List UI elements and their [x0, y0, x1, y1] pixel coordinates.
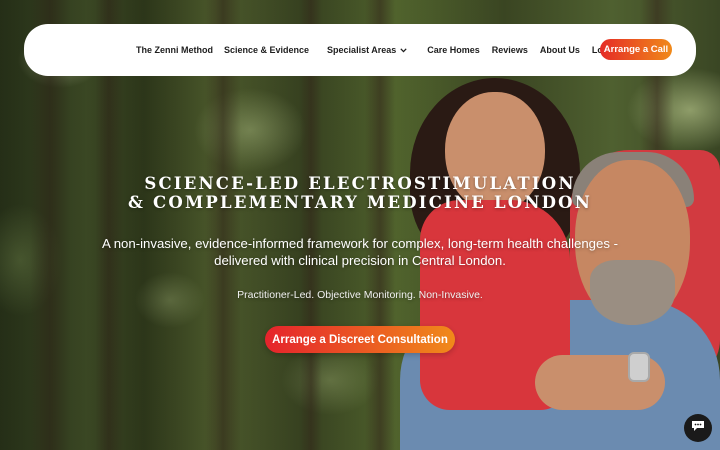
hero-title-line-2: & COMPLEMENTARY MEDICINE LONDON	[128, 193, 592, 212]
nav-link-science-evidence[interactable]: Science & Evidence	[224, 45, 309, 55]
nav-link-zenni-method[interactable]: The Zenni Method	[136, 45, 213, 55]
hero-subtitle-line-2: delivered with clinical precision in Cen…	[214, 253, 506, 268]
site-header: The Zenni Method Science & Evidence Spec…	[24, 24, 696, 76]
chat-widget-button[interactable]	[684, 414, 712, 442]
nav-link-label: Specialist Areas	[327, 44, 397, 55]
nav-link-about-us[interactable]: About Us	[540, 45, 580, 55]
chevron-down-icon	[400, 45, 407, 55]
chat-bubble-icon	[691, 419, 705, 437]
hero-title-line-1: SCIENCE-LED ELECTROSTIMULATION	[144, 174, 576, 193]
hero-subtitle: A non-invasive, evidence-informed framew…	[90, 235, 630, 269]
arrange-call-button[interactable]: Arrange a Call	[600, 39, 672, 60]
nav-link-specialist-areas[interactable]: Specialist Areas	[327, 45, 407, 56]
hero-subtitle-line-1: A non-invasive, evidence-informed framew…	[101, 236, 619, 251]
arrange-consultation-button[interactable]: Arrange a Discreet Consultation	[265, 326, 455, 353]
main-navigation: The Zenni Method Science & Evidence Spec…	[136, 24, 634, 76]
hero-title: SCIENCE-LED ELECTROSTIMULATION & COMPLEM…	[120, 174, 600, 212]
hero-tagline: Practitioner-Led. Objective Monitoring. …	[237, 289, 483, 301]
nav-link-reviews[interactable]: Reviews	[492, 45, 528, 55]
nav-link-care-homes[interactable]: Care Homes	[427, 45, 480, 55]
